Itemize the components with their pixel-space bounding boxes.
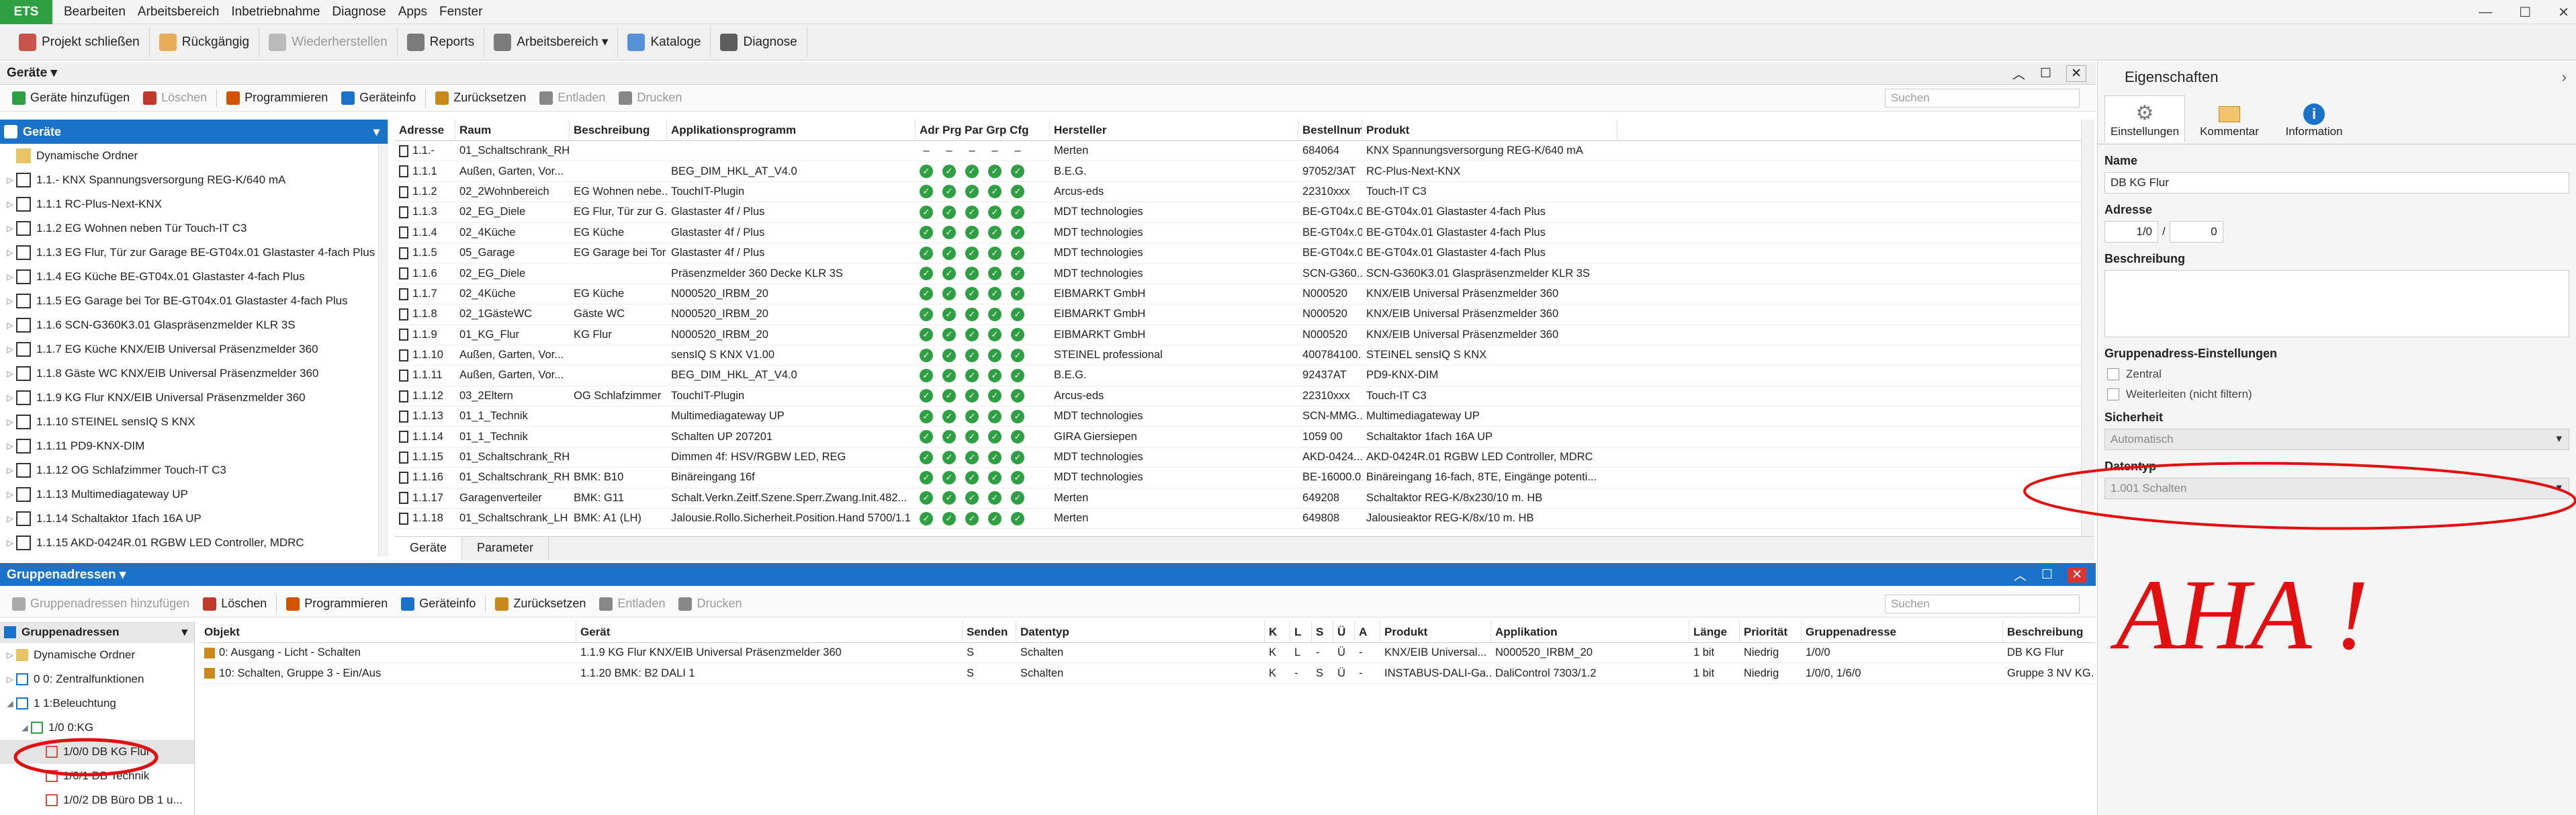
tree-item-highlight-ellipse: [13, 738, 159, 777]
datatype-highlight-ellipse: [2023, 462, 2576, 530]
annotation-overlay: AHA !: [13, 462, 2576, 777]
annotation-text: AHA !: [2110, 559, 2368, 671]
